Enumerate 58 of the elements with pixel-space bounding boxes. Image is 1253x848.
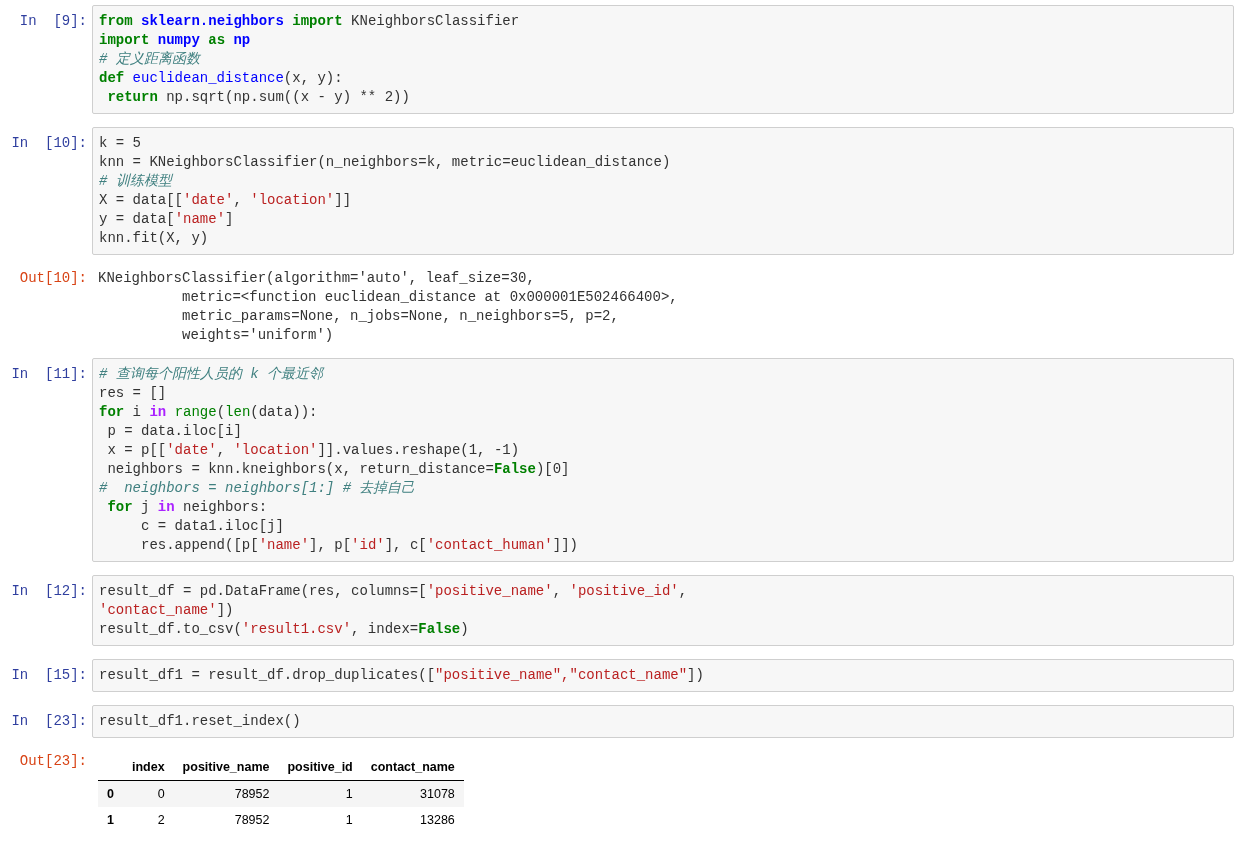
code-cell[interactable]: from sklearn.neighbors import KNeighborsClassifier import numpy as np # 定义距离函数 def euclidean_distance(x, y): return np.sqrt(np.sum((x - y) ** 2)) xyxy=(92,5,1234,114)
code-line: y = data['name'] xyxy=(99,210,234,229)
table-cell: 0 xyxy=(122,780,174,807)
code-line: import numpy as np xyxy=(99,31,251,50)
input-prompt: In [15]: xyxy=(10,666,88,685)
code-line: res.append([p['name'], p['id'], c['contact_human']]) xyxy=(140,536,578,555)
row-index: 1 xyxy=(98,807,123,833)
output-prompt: Out[10]: xyxy=(18,269,88,288)
input-prompt: In [9]: xyxy=(18,12,88,31)
table-cell: 1 xyxy=(278,807,362,833)
code-line: result_df1.reset_index() xyxy=(99,712,301,731)
code-line: 'contact_name']) xyxy=(99,601,234,620)
code-line: def euclidean_distance(x, y): xyxy=(99,69,343,88)
row-index: 0 xyxy=(98,780,123,807)
column-header: positive_id xyxy=(278,754,362,781)
table-cell: 13286 xyxy=(361,807,464,833)
code-line: res = [] xyxy=(99,384,167,403)
code-line: # 训练模型 xyxy=(99,172,172,191)
code-cell[interactable] xyxy=(92,358,1234,562)
input-prompt: In [10]: xyxy=(10,134,88,153)
code-line: from sklearn.neighbors import KNeighborsClassifier xyxy=(99,12,520,31)
output-line: weights='uniform') xyxy=(181,326,334,345)
code-line: for j in neighbors: xyxy=(106,498,268,517)
output-line: KNeighborsClassifier(algorithm='auto', leaf_size=30, xyxy=(98,269,535,288)
code-line: result_df.to_csv('result1.csv', index=False) xyxy=(99,620,469,639)
code-line: p = data.iloc[i] xyxy=(106,422,242,441)
table-cell: 78952 xyxy=(173,807,279,833)
input-prompt: In [23]: xyxy=(10,712,88,731)
input-prompt: In [11]: xyxy=(10,365,88,384)
code-line: return np.sqrt(np.sum((x - y) ** 2)) xyxy=(106,88,410,107)
code-line: knn.fit(X, y) xyxy=(99,229,209,248)
code-cell[interactable]: result_df = pd.DataFrame(res, columns=['positive_name', 'positive_id', 'contact_name']) result_df.to_csv('result1.csv', index=False) xyxy=(92,575,1234,646)
code-line: # neighbors = neighbors[1:] # 去掉自己 xyxy=(99,479,416,498)
table-cell: 2 xyxy=(122,807,174,833)
code-cell[interactable]: result_df1.reset_index() xyxy=(92,705,1234,738)
code-line: knn = KNeighborsClassifier(n_neighbors=k, metric=euclidean_distance) xyxy=(99,153,671,172)
code-line: X = data[['date', 'location']] xyxy=(99,191,352,210)
column-header: positive_name xyxy=(173,754,279,781)
output-prompt: Out[23]: xyxy=(18,752,88,771)
table-cell: 31078 xyxy=(361,780,464,807)
code-line: neighbors = knn.kneighbors(x, return_distance=False)[0] xyxy=(106,460,570,479)
code-line: # 查询每个阳性人员的 k 个最近邻 xyxy=(99,365,323,384)
code-cell[interactable]: k = 5 knn = KNeighborsClassifier(n_neighbors=k, metric=euclidean_distance) # 训练模型 X = data[['date', 'location']] y = data['name'] knn.fit(X, y) xyxy=(92,127,1234,255)
column-header: index xyxy=(122,754,174,781)
code-line: k = 5 xyxy=(99,134,141,153)
table-cell: 78952 xyxy=(173,780,279,807)
input-prompt: In [12]: xyxy=(10,582,88,601)
code-line: c = data1.iloc[j] xyxy=(140,517,284,536)
output-line: metric=<function euclidean_distance at 0x000001E502466400>, xyxy=(181,288,678,307)
code-line: result_df1 = result_df.drop_duplicates(["positive_name","contact_name"]) xyxy=(99,666,704,685)
column-header: contact_name xyxy=(361,754,464,781)
code-cell[interactable]: result_df1 = result_df.drop_duplicates(["positive_name","contact_name"]) xyxy=(92,659,1234,692)
code-line: for i in range(len(data)): xyxy=(99,403,318,422)
code-line: result_df = pd.DataFrame(res, columns=['positive_name', 'positive_id', xyxy=(99,582,688,601)
output-line: metric_params=None, n_jobs=None, n_neighbors=5, p=2, xyxy=(181,307,619,326)
table-cell: 1 xyxy=(278,780,362,807)
code-line: x = p[['date', 'location']].values.reshape(1, -1) xyxy=(106,441,520,460)
code-line: # 定义距离函数 xyxy=(99,50,200,69)
